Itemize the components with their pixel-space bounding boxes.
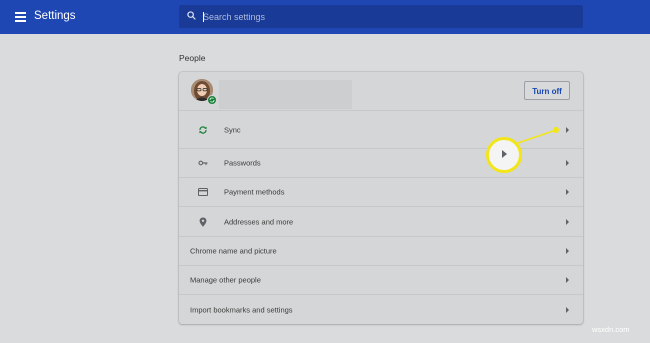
watermark: wsxdn.com bbox=[592, 325, 630, 334]
callout-dot bbox=[553, 127, 559, 133]
callout-line bbox=[514, 129, 557, 145]
magnified-chevron-right-icon bbox=[502, 150, 507, 158]
